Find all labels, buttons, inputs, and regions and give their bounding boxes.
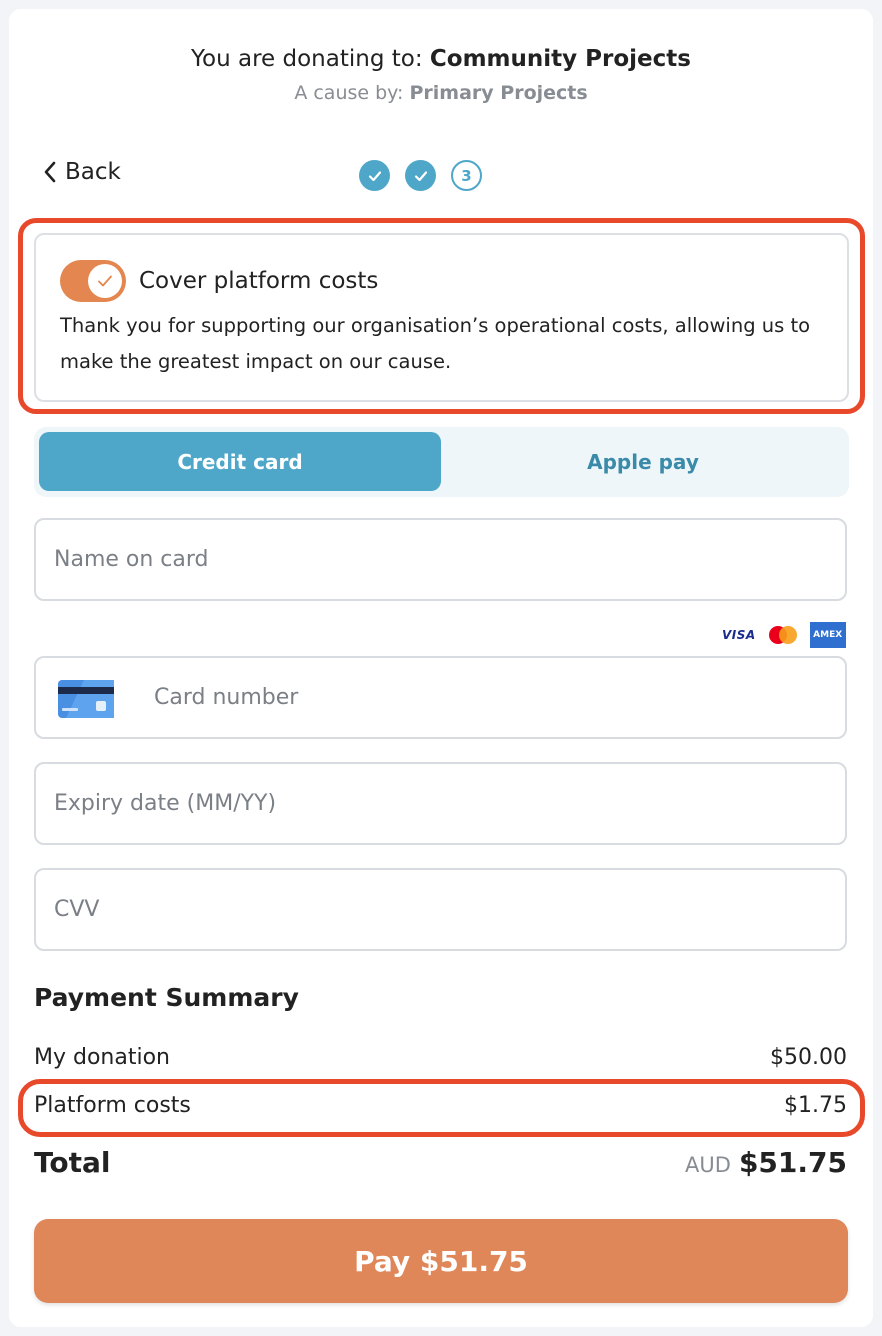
currency-code: AUD bbox=[685, 1153, 731, 1177]
name-on-card-input[interactable] bbox=[54, 520, 814, 599]
amex-icon: AMEX bbox=[809, 622, 846, 648]
donation-card: You are donating to: Community Projects … bbox=[9, 9, 873, 1327]
step-1-complete bbox=[359, 160, 390, 191]
cover-costs-description: Thank you for supporting our organisatio… bbox=[60, 314, 811, 373]
donation-row: My donation $50.00 bbox=[34, 1045, 847, 1070]
credit-card-icon bbox=[58, 680, 114, 718]
payment-summary-title: Payment Summary bbox=[34, 983, 299, 1012]
platform-costs-amount: $1.75 bbox=[784, 1093, 847, 1118]
total-value: AUD $51.75 bbox=[685, 1146, 847, 1179]
donation-amount: $50.00 bbox=[770, 1045, 847, 1070]
step-2-complete bbox=[405, 160, 436, 191]
payment-method-tabs: Credit card Apple pay bbox=[34, 427, 849, 497]
expiry-date-input[interactable] bbox=[54, 764, 814, 843]
visa-icon: VISA bbox=[722, 628, 756, 642]
total-label: Total bbox=[34, 1146, 111, 1179]
cause-organisation: A cause by: Primary Projects bbox=[9, 82, 873, 104]
cause-name: Community Projects bbox=[429, 46, 691, 72]
card-number-field[interactable] bbox=[34, 656, 847, 739]
cvv-field[interactable] bbox=[34, 868, 847, 951]
back-label: Back bbox=[65, 159, 121, 185]
total-row: Total AUD $51.75 bbox=[34, 1146, 847, 1179]
card-brand-icons: VISA AMEX bbox=[722, 622, 846, 648]
donating-prefix: You are donating to: bbox=[191, 46, 423, 72]
donation-label: My donation bbox=[34, 1045, 170, 1070]
check-icon bbox=[98, 275, 112, 287]
platform-costs-label: Platform costs bbox=[34, 1093, 191, 1118]
total-amount: $51.75 bbox=[738, 1146, 847, 1179]
platform-costs-row: Platform costs $1.75 bbox=[34, 1093, 847, 1118]
cvv-input[interactable] bbox=[54, 870, 814, 949]
check-icon bbox=[368, 170, 381, 181]
step-indicator: 3 bbox=[359, 160, 482, 191]
tab-credit-card[interactable]: Credit card bbox=[39, 432, 441, 491]
organisation-name: Primary Projects bbox=[409, 82, 588, 104]
cover-costs-title: Cover platform costs bbox=[139, 268, 379, 294]
expiry-date-field[interactable] bbox=[34, 762, 847, 845]
card-number-input[interactable] bbox=[154, 658, 814, 737]
chevron-left-icon bbox=[44, 161, 56, 183]
donation-target: You are donating to: Community Projects bbox=[9, 46, 873, 72]
cause-by-prefix: A cause by: bbox=[294, 82, 404, 104]
mastercard-icon bbox=[768, 626, 797, 644]
toggle-knob bbox=[88, 264, 122, 298]
pay-button[interactable]: Pay $51.75 bbox=[34, 1219, 848, 1303]
tab-apple-pay[interactable]: Apple pay bbox=[442, 432, 844, 491]
back-button[interactable]: Back bbox=[43, 159, 121, 185]
step-3-current: 3 bbox=[451, 160, 482, 191]
cover-costs-toggle[interactable] bbox=[60, 260, 126, 302]
name-on-card-field[interactable] bbox=[34, 518, 847, 601]
check-icon bbox=[414, 170, 427, 181]
cover-costs-panel: Cover platform costs Thank you for suppo… bbox=[34, 233, 849, 402]
